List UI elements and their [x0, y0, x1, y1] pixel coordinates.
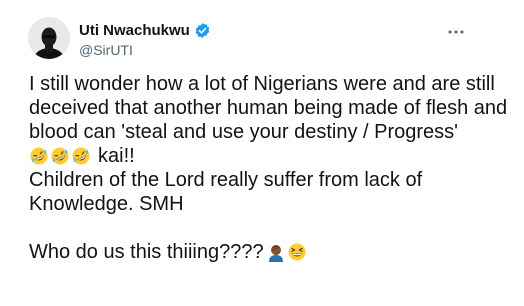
avatar[interactable] — [28, 17, 70, 59]
more-options-button[interactable] — [444, 24, 468, 40]
verified-badge-icon — [194, 22, 211, 39]
tweet-line: deceived that another human being made o… — [29, 97, 508, 119]
tweet-card: Uti Nwachukwu @SirUTI I still wonder how… — [0, 0, 524, 306]
rolling-on-floor-laughing-icon — [50, 146, 70, 166]
author-info: Uti Nwachukwu @SirUTI — [79, 21, 211, 58]
grinning-squinting-face-icon — [287, 242, 307, 262]
tweet-text: I still wonder how a lot of Nigerians we… — [29, 72, 509, 264]
rolling-on-floor-laughing-icon — [71, 146, 91, 166]
handle[interactable]: @SirUTI — [79, 42, 211, 58]
tweet-line: Knowledge. SMH — [29, 193, 184, 215]
tweet-line: I still wonder how a lot of Nigerians we… — [29, 73, 495, 95]
more-horizontal-icon — [448, 30, 464, 34]
tweet-line: Children of the Lord really suffer from … — [29, 169, 423, 191]
tweet-line: blood can 'steal and use your destiny / … — [29, 121, 458, 143]
rolling-on-floor-laughing-icon — [29, 146, 49, 166]
name-row: Uti Nwachukwu — [79, 21, 211, 39]
tweet-line-emoji: kai!! — [29, 144, 509, 168]
tweet-line-emoji: Who do us this thiiing???? — [29, 240, 509, 264]
person-facepalming-icon — [266, 242, 286, 262]
tweet-line: Who do us this thiiing???? — [29, 241, 264, 263]
tweet-line: kai!! — [98, 145, 135, 167]
display-name[interactable]: Uti Nwachukwu — [79, 22, 190, 39]
avatar-image — [28, 17, 70, 59]
